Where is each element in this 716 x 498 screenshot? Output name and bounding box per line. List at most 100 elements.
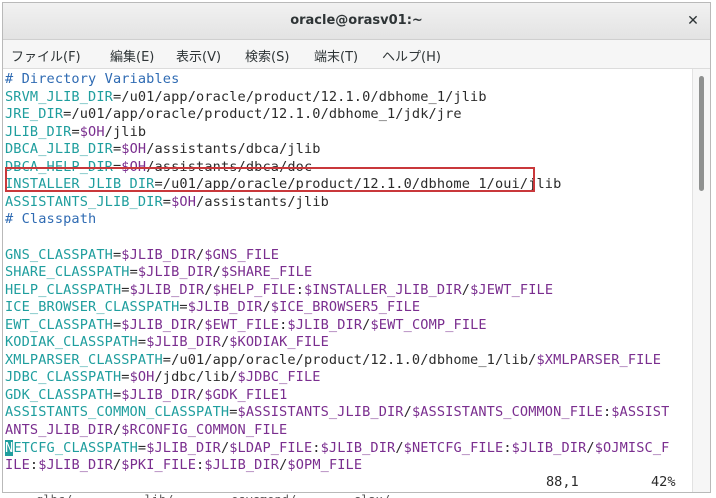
terminal-token: $ASSISTANTS_COMMON_FILE (411, 404, 603, 421)
menu-bar: ファイル(F) 編集(E) 表示(V) 検索(S) 端末(T) ヘルプ(H) (3, 40, 710, 69)
terminal-token: /jlib (104, 123, 147, 140)
menu-search[interactable]: 検索(S) (245, 46, 289, 65)
terminal-token: $ASSIST (611, 404, 670, 421)
menu-view[interactable]: 表示(V) (176, 46, 221, 65)
terminal-token: JRE_DIR (5, 106, 64, 123)
menu-help[interactable]: ヘルプ(H) (382, 46, 441, 65)
terminal-token: : (295, 281, 304, 298)
terminal-line: EWT_CLASSPATH=$JLIB_DIR/$EWT_FILE:$JLIB_… (5, 317, 487, 334)
terminal-token: = (121, 369, 130, 386)
terminal-token: XMLPARSER_CLASSPATH (5, 351, 163, 368)
terminal-token: / (461, 281, 471, 298)
terminal-token: = (137, 439, 147, 456)
terminal-token: ASSISTANTS_JLIB_DIR (5, 193, 163, 210)
terminal-token: KODIAK_CLASSPATH (5, 334, 138, 351)
terminal-token: $JLIB_DIR (38, 457, 113, 474)
terminal-line: SHARE_CLASSPATH=$JLIB_DIR/$SHARE_FILE (5, 264, 312, 281)
terminal-token: $EWT_FILE (204, 316, 280, 333)
terminal-token: = (162, 193, 172, 210)
scrollbar[interactable] (692, 69, 710, 492)
terminal-token: $JLIB_DIR (137, 264, 213, 281)
terminal-token: : (602, 404, 612, 421)
terminal-token: # Classpath (5, 211, 97, 228)
terminal-line: SRVM_JLIB_DIR=/u01/app/oracle/product/12… (5, 89, 487, 106)
window-title: oracle@orasv01:~ (290, 13, 423, 28)
terminal-token: ILE (5, 457, 30, 474)
terminal-token: = (137, 334, 147, 351)
menu-edit[interactable]: 編集(E) (110, 46, 154, 65)
terminal-line: # Classpath (5, 211, 96, 228)
terminal-token: $HELP_FILE (212, 281, 296, 298)
terminal-token: $OPM_FILE (287, 457, 363, 474)
terminal-token: $JLIB_DIR (187, 299, 263, 316)
terminal-token: = (71, 123, 80, 140)
terminal-token: $JLIB_DIR (146, 439, 221, 456)
title-bar[interactable]: oracle@orasv01:~ ✕ (3, 3, 710, 40)
terminal-token: $LDAP_FILE (229, 439, 313, 456)
terminal-token: $NETCFG_FILE (403, 439, 504, 456)
menu-terminal[interactable]: 端末(T) (314, 46, 358, 65)
terminal-line: GNS_CLASSPATH=$JLIB_DIR/$GNS_FILE (5, 247, 279, 264)
scroll-percent: 42% (651, 474, 676, 490)
terminal-token: /jdbc/lib/ (154, 369, 238, 386)
terminal-token: = (179, 299, 188, 316)
terminal-token: $JLIB_DIR (129, 281, 205, 298)
terminal-line: JLIB_DIR=$OH/jlib (5, 124, 146, 141)
terminal-token: $KODIAK_FILE (229, 334, 329, 351)
terminal-token: JLIB_DIR (5, 123, 72, 140)
terminal-token: : (29, 457, 39, 474)
terminal-token: $JLIB_DIR (121, 386, 197, 403)
terminal-token: $OH (129, 369, 155, 386)
terminal-token: ETCFG_CLASSPATH (13, 439, 138, 456)
menu-file[interactable]: ファイル(F) (11, 46, 81, 65)
terminal-token: = (129, 264, 138, 281)
terminal-token: GDK_CLASSPATH (5, 386, 113, 403)
terminal-token: /assistants/jlib (196, 193, 329, 210)
terminal-line: # Directory Variables (5, 71, 179, 88)
terminal-token: $OH (121, 141, 147, 158)
terminal-token: SRVM_JLIB_DIR (5, 88, 113, 105)
terminal-line: ANTS_JLIB_DIR/$RCONFIG_COMMON_FILE (5, 422, 287, 439)
terminal-line: NETCFG_CLASSPATH=$JLIB_DIR/$LDAP_FILE:$J… (5, 439, 670, 457)
terminal-token: $PKI_FILE (121, 457, 197, 474)
terminal-line: JRE_DIR=/u01/app/oracle/product/12.1.0/d… (5, 106, 462, 123)
terminal-line: ICE_BROWSER_CLASSPATH=$JLIB_DIR/$ICE_BRO… (5, 299, 420, 316)
terminal-line: HELP_CLASSPATH=$JLIB_DIR/$HELP_FILE:$INS… (5, 282, 553, 299)
terminal-text-area[interactable]: ILE:$JLIB_DIR/$PKI_FILE:$JLIB_DIR/$OPM_F… (3, 69, 693, 492)
terminal-token: =/u01/app/oracle/product/12.1.0/dbhome_1… (63, 106, 462, 123)
terminal-token: $JLIB_DIR (320, 439, 396, 456)
terminal-token: ANTS_JLIB_DIR (5, 422, 113, 438)
background-terminal-text: glbc/ lib/ osysmond/ slax/ (0, 493, 716, 498)
terminal-token: $INSTALLER_JLIB_DIR (304, 281, 462, 298)
terminal-token: $GDK_FILE1 (204, 386, 288, 403)
terminal-token: $ASSISTANTS_JLIB_DIR (237, 404, 404, 421)
terminal-line: DBCA_JLIB_DIR=$OH/assistants/dbca/jlib (5, 141, 321, 158)
terminal-token: # Directory Variables (5, 71, 180, 87)
scrollbar-thumb[interactable] (699, 76, 704, 191)
terminal-token: / (220, 439, 230, 456)
terminal-token: = (121, 281, 130, 298)
jre-dir-highlight (5, 167, 535, 192)
terminal-token: / (204, 281, 213, 298)
terminal-token: : (503, 439, 512, 456)
terminal-token: HELP_CLASSPATH (5, 281, 122, 298)
terminal-token: /assistants/dbca/jlib (146, 141, 321, 158)
terminal-token: $OJMISC_F (594, 439, 670, 456)
terminal-token: / (262, 299, 271, 316)
terminal-token: $JLIB_DIR (287, 316, 363, 333)
terminal-token: ASSISTANTS_COMMON_CLASSPATH (5, 404, 230, 421)
terminal-token: =/u01/app/oracle/product/12.1.0/dbhome_1… (162, 351, 537, 368)
terminal-token: $XMLPARSER_FILE (536, 351, 662, 368)
terminal-token: EWT_CLASSPATH (5, 316, 113, 333)
terminal-token: SHARE_CLASSPATH (5, 264, 130, 281)
terminal-line: KODIAK_CLASSPATH=$JLIB_DIR/$KODIAK_FILE (5, 334, 329, 351)
terminal-token: $JEWT_FILE (470, 281, 554, 298)
terminal-line: ASSISTANTS_JLIB_DIR=$OH/assistants/jlib (5, 194, 329, 211)
close-icon[interactable]: ✕ (684, 12, 702, 30)
terminal-token: / (586, 439, 595, 456)
terminal-token: $EWT_COMP_FILE (370, 316, 487, 333)
cursor-position: 88,1 (546, 474, 579, 490)
terminal-token: $OH (79, 123, 105, 140)
terminal-token: $JLIB_DIR (204, 457, 280, 474)
terminal-token: $GNS_FILE (204, 246, 280, 263)
